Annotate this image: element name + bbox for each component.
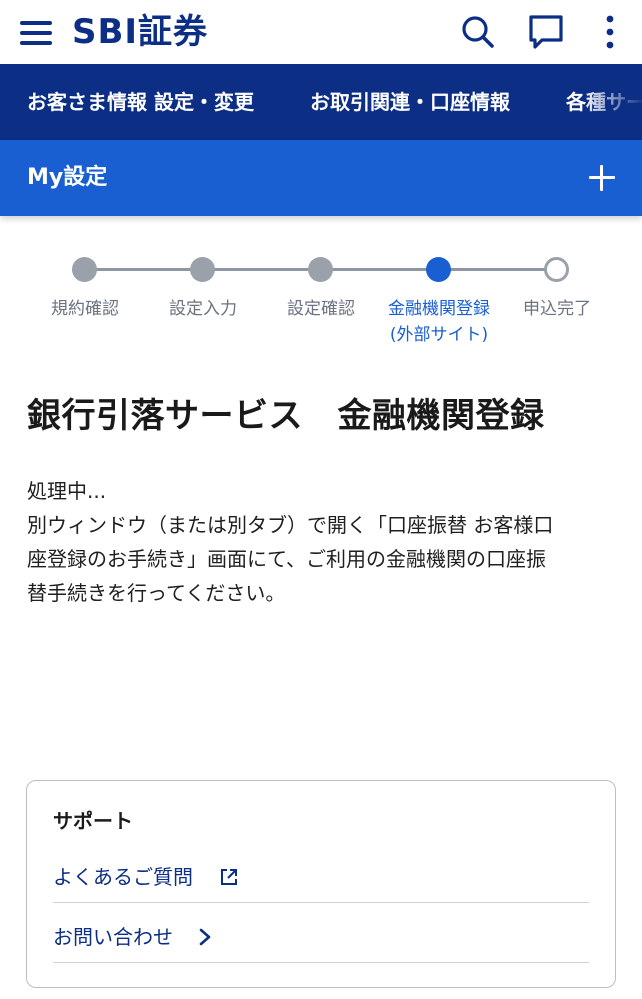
chevron-right-icon xyxy=(195,927,215,947)
progress-stepper: 規約確認 設定入力 設定確認 金融機関登録 (外部サイト) 申込完了 xyxy=(0,240,642,360)
app-header: SBI証券 xyxy=(0,0,642,64)
external-link-icon xyxy=(219,867,239,887)
step-label-5: 申込完了 xyxy=(523,299,591,319)
step-dot-1 xyxy=(72,257,97,282)
chat-icon[interactable] xyxy=(526,12,566,52)
support-card: サポート よくあるご質問 お問い合わせ xyxy=(26,780,616,988)
nav-scroll-fade xyxy=(582,64,642,140)
step-label-4: 金融機関登録 (外部サイト) xyxy=(388,299,490,345)
support-heading: サポート xyxy=(53,809,133,833)
instruction-line-2: 座登録のお手続き」画面にて、ご利用の金融機関の口座振 xyxy=(27,547,546,571)
faq-link-label: よくあるご質問 xyxy=(53,865,193,889)
instruction-text: 処理中... 別ウィンドウ（または別タブ）で開く「口座振替 お客様口 座登録のお… xyxy=(27,474,619,610)
hamburger-menu-icon[interactable] xyxy=(20,18,54,48)
step-label-1: 規約確認 xyxy=(51,299,119,319)
processing-status: 処理中... xyxy=(27,479,107,503)
page-title: 銀行引落サービス 金融機関登録 xyxy=(27,396,545,436)
step-dot-2 xyxy=(190,257,215,282)
plus-icon[interactable] xyxy=(586,162,618,194)
step-dot-4-current xyxy=(426,257,451,282)
nav-item-customer-info[interactable]: お客さま情報 設定・変更 xyxy=(27,64,254,140)
more-vertical-icon[interactable] xyxy=(590,12,622,52)
contact-link-label: お問い合わせ xyxy=(53,925,173,949)
nav-item-trading-account[interactable]: お取引関連・口座情報 xyxy=(310,64,510,140)
step-dot-3 xyxy=(308,257,333,282)
instruction-line-1: 別ウィンドウ（または別タブ）で開く「口座振替 お客様口 xyxy=(27,513,554,537)
faq-link[interactable]: よくあるご質問 xyxy=(53,843,589,903)
brand-logo[interactable]: SBI証券 xyxy=(72,10,208,54)
step-label-2: 設定入力 xyxy=(169,299,237,319)
contact-link[interactable]: お問い合わせ xyxy=(53,903,589,963)
instruction-line-3: 替手続きを行ってください。 xyxy=(27,581,286,605)
step-label-3: 設定確認 xyxy=(287,299,355,319)
section-header-my-settings[interactable]: My設定 xyxy=(0,140,642,216)
global-nav: お客さま情報 設定・変更 お取引関連・口座情報 各種サービス xyxy=(0,64,642,140)
step-dot-5 xyxy=(544,257,569,282)
search-icon[interactable] xyxy=(458,12,498,52)
section-title: My設定 xyxy=(27,165,108,190)
